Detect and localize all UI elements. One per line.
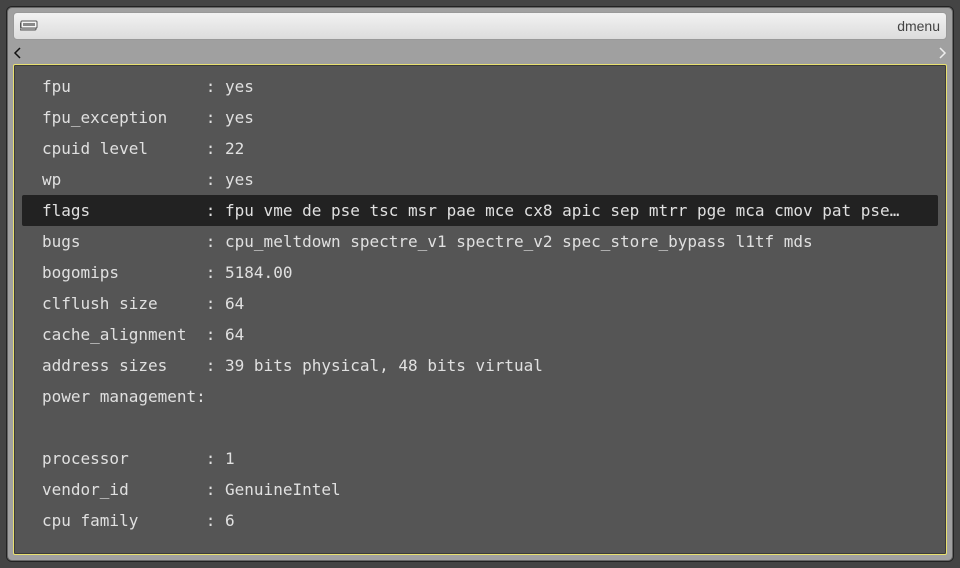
terminal-line-selected[interactable]: flags : fpu vme de pse tsc msr pae mce c… [22, 195, 938, 226]
next-tab-button[interactable] [935, 46, 949, 60]
terminal-line[interactable]: wp : yes [14, 164, 946, 195]
terminal-line[interactable]: vendor_id : GenuineIntel [14, 474, 946, 505]
terminal-line[interactable]: cpuid level : 22 [14, 133, 946, 164]
window-title: dmenu [897, 18, 940, 34]
inner-frame: dmenu fpu : yesfpu_exception : yescpuid … [6, 6, 954, 562]
terminal-line[interactable]: address sizes : 39 bits physical, 48 bit… [14, 350, 946, 381]
terminal-line[interactable]: cache_alignment : 64 [14, 319, 946, 350]
terminal-line[interactable]: processor : 1 [14, 443, 946, 474]
terminal-line[interactable]: bogomips : 5184.00 [14, 257, 946, 288]
terminal-line[interactable]: cpu family : 6 [14, 505, 946, 536]
window-frame: dmenu fpu : yesfpu_exception : yescpuid … [0, 0, 960, 568]
terminal-output[interactable]: fpu : yesfpu_exception : yescpuid level … [13, 64, 947, 555]
terminal-line[interactable]: clflush size : 64 [14, 288, 946, 319]
tab-strip [7, 44, 953, 62]
terminal-line[interactable]: bugs : cpu_meltdown spectre_v1 spectre_v… [14, 226, 946, 257]
prev-tab-button[interactable] [11, 46, 25, 60]
titlebar[interactable]: dmenu [13, 12, 947, 40]
terminal-line[interactable]: fpu_exception : yes [14, 102, 946, 133]
app-icon [20, 19, 38, 33]
terminal-line[interactable]: fpu : yes [14, 71, 946, 102]
terminal-blank-line [14, 412, 946, 443]
terminal-line[interactable]: power management: [14, 381, 946, 412]
